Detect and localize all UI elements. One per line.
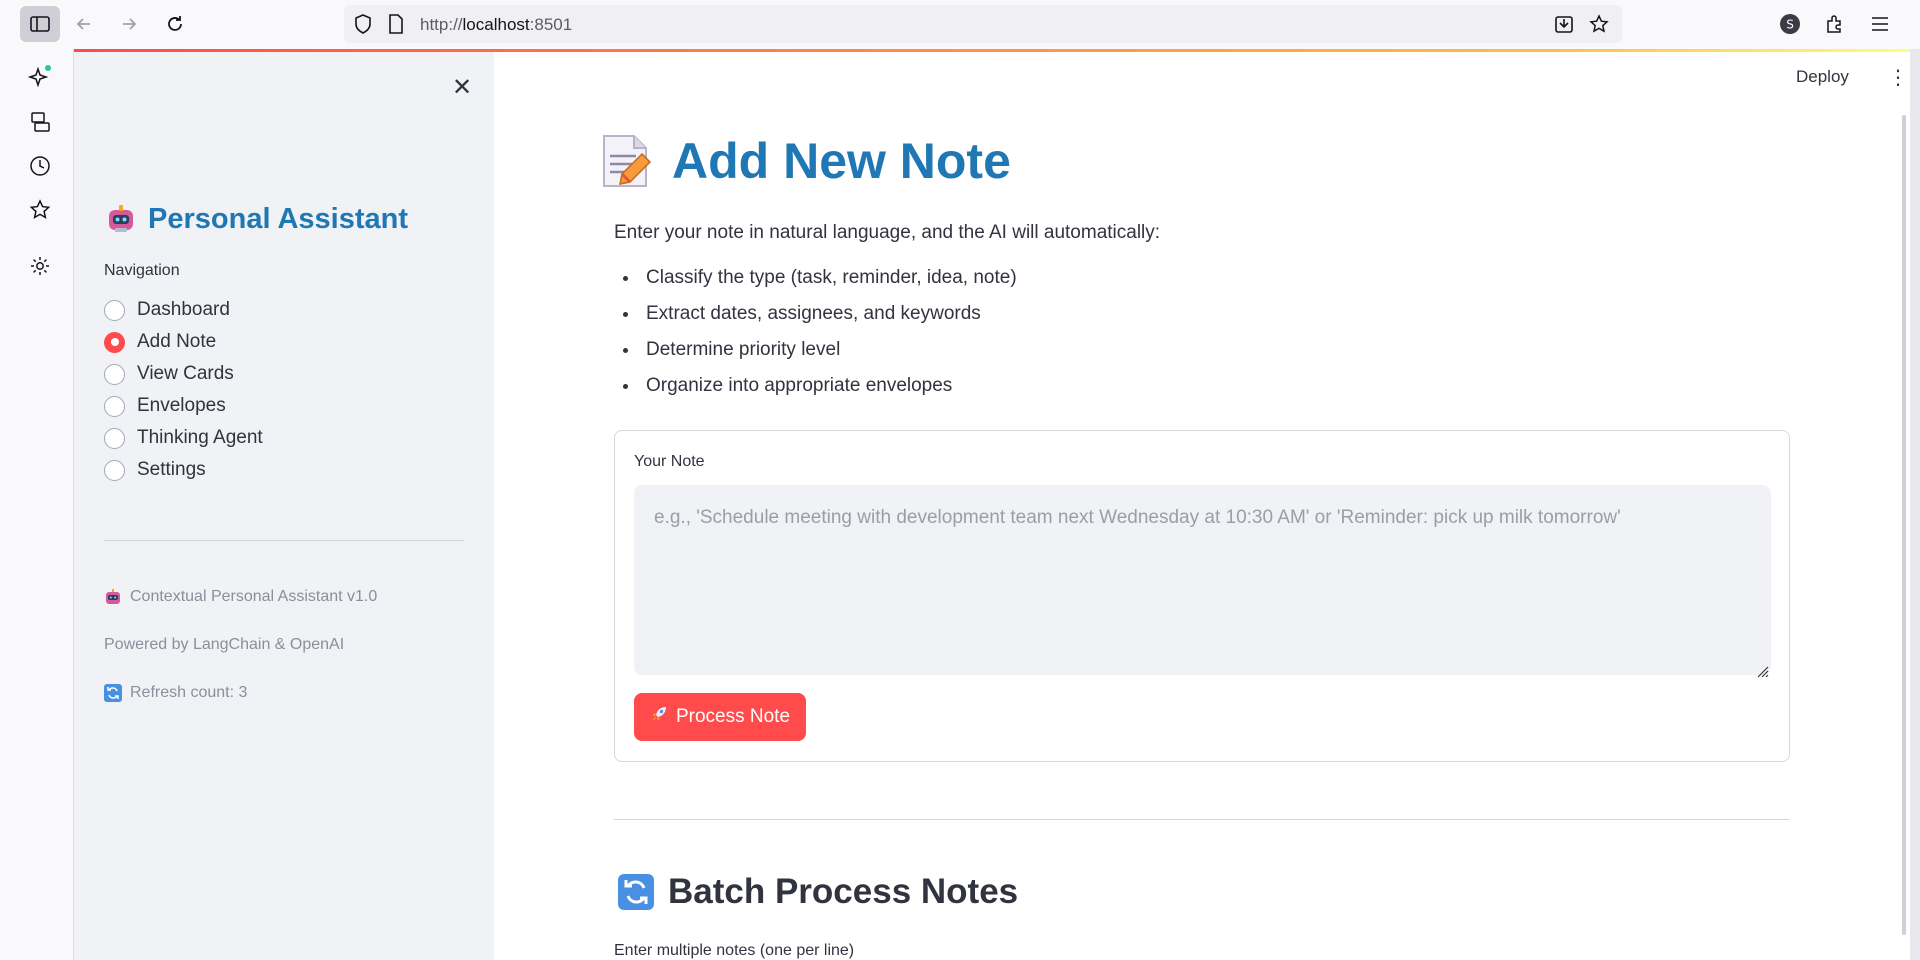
footer-refresh: Refresh count: 3: [104, 684, 247, 702]
history-icon[interactable]: [28, 154, 52, 178]
page-title: Add New Note: [598, 132, 1011, 190]
process-note-label: Process Note: [675, 706, 791, 727]
radio-circle[interactable]: [104, 395, 125, 417]
list-item: Extract dates, assignees, and keywords: [640, 302, 1017, 338]
nav-radio-add-note[interactable]: Add Note: [104, 326, 263, 358]
synced-tabs-icon[interactable]: [28, 110, 52, 134]
sidebar-brand: Personal Assistant: [104, 202, 408, 236]
nav-radio-envelopes[interactable]: Envelopes: [104, 390, 263, 422]
nav-radio-settings[interactable]: Settings: [104, 454, 263, 486]
sidebar-toggle-icon[interactable]: [20, 6, 60, 42]
page-icon: [388, 14, 404, 38]
browser-toolbar: http://localhost:8501 S: [0, 0, 1920, 49]
bookmarks-icon[interactable]: [28, 198, 52, 222]
nav-label: Add Note: [137, 331, 217, 352]
sidebar-title: Personal Assistant: [148, 202, 409, 235]
batch-field-label: Enter multiple notes (one per line): [614, 942, 855, 959]
app-frame: ✕ Personal Assistant Navigation Dashboar…: [74, 49, 1910, 960]
nav-radio-view-cards[interactable]: View Cards: [104, 358, 263, 390]
settings-gear-icon[interactable]: [28, 254, 52, 278]
refresh-count-text: Refresh count: 3: [130, 684, 248, 701]
sidebar: ✕ Personal Assistant Navigation Dashboar…: [74, 52, 494, 960]
save-page-icon[interactable]: [1554, 14, 1574, 38]
nav-radio-dashboard[interactable]: Dashboard: [104, 294, 263, 326]
refresh-large-icon: [618, 874, 654, 910]
resize-handle-icon[interactable]: [1757, 663, 1769, 678]
reload-icon[interactable]: [157, 6, 193, 42]
navigation-label: Navigation: [104, 262, 180, 279]
address-bar[interactable]: http://localhost:8501: [344, 5, 1622, 43]
footer-powered: Powered by LangChain & OpenAI: [104, 636, 344, 654]
bookmark-star-icon[interactable]: [1589, 14, 1609, 38]
nav-label: Settings: [137, 459, 206, 480]
svg-text:S: S: [1786, 18, 1794, 32]
list-item: Organize into appropriate envelopes: [640, 374, 1017, 410]
back-icon[interactable]: [66, 6, 102, 42]
extensions-icon[interactable]: [1817, 6, 1853, 42]
shield-icon[interactable]: [354, 14, 372, 38]
intro-text: Enter your note in natural language, and…: [614, 222, 1161, 243]
refresh-icon: [104, 684, 122, 702]
page-title-text: Add New Note: [672, 133, 1011, 189]
process-note-button[interactable]: Process Note: [634, 693, 806, 741]
powered-text: Powered by LangChain & OpenAI: [104, 636, 345, 653]
sidebar-divider: [104, 540, 464, 541]
menu-icon[interactable]: [1862, 6, 1898, 42]
robot-icon: [104, 202, 138, 236]
forward-icon[interactable]: [111, 6, 147, 42]
radio-circle[interactable]: [104, 299, 125, 321]
list-item: Determine priority level: [640, 338, 1017, 374]
deploy-button[interactable]: Deploy: [1796, 67, 1849, 87]
note-textarea[interactable]: [634, 485, 1771, 675]
list-item: Classify the type (task, reminder, idea,…: [640, 266, 1017, 302]
feature-list: Classify the type (task, reminder, idea,…: [640, 266, 1017, 410]
robot-small-icon: [104, 588, 122, 606]
ai-sparkle-icon[interactable]: [28, 65, 52, 89]
batch-title-text: Batch Process Notes: [668, 872, 1019, 911]
note-field-label: Your Note: [634, 453, 705, 470]
section-divider: [614, 819, 1790, 820]
account-icon[interactable]: S: [1772, 6, 1808, 42]
url-text: http://localhost:8501: [420, 15, 573, 34]
nav-label: Thinking Agent: [137, 427, 263, 448]
nav-label: Envelopes: [137, 395, 226, 416]
more-options-icon[interactable]: ⋮: [1888, 65, 1908, 89]
radio-circle[interactable]: [104, 363, 125, 385]
main-scrollbar[interactable]: [1902, 115, 1906, 935]
radio-circle[interactable]: [104, 427, 125, 449]
nav-label: Dashboard: [137, 299, 230, 320]
nav-label: View Cards: [137, 363, 234, 384]
radio-circle-selected[interactable]: [104, 331, 125, 353]
browser-sidebar-rail: [0, 49, 74, 960]
footer-version: Contextual Personal Assistant v1.0: [104, 588, 377, 606]
nav-radio-thinking-agent[interactable]: Thinking Agent: [104, 422, 263, 454]
batch-section-title: Batch Process Notes: [618, 872, 1018, 912]
radio-circle[interactable]: [104, 459, 125, 481]
note-form: Your Note Process Note: [614, 430, 1790, 762]
main-content: Deploy ⋮ Add New Note Enter your note in…: [494, 52, 1910, 960]
memo-icon: [598, 132, 654, 190]
close-sidebar-icon[interactable]: ✕: [452, 73, 472, 101]
rocket-icon: [650, 705, 668, 729]
version-text: Contextual Personal Assistant v1.0: [130, 588, 378, 605]
navigation-radio-group: Dashboard Add Note View Cards Envelopes …: [104, 294, 263, 486]
